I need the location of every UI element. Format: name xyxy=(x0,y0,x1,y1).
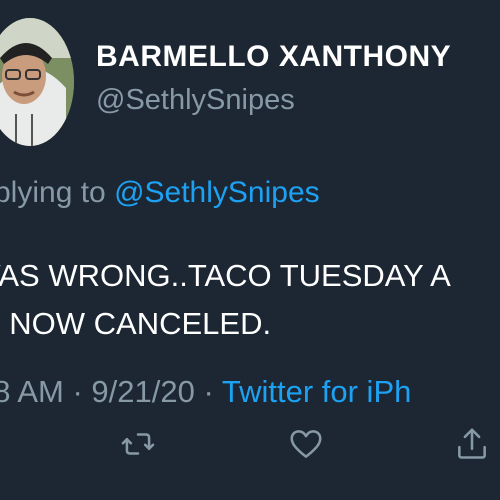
tweet-text-line: E NOW CANCELED. xyxy=(0,306,272,341)
tweet-meta: 28 AM · 9/21/20 · Twitter for iPh xyxy=(0,374,411,410)
reply-mention-link[interactable]: @SethlySnipes xyxy=(114,176,320,209)
heart-icon xyxy=(290,430,322,458)
avatar[interactable] xyxy=(0,18,74,146)
replying-to: plying to @SethlySnipes xyxy=(0,176,320,210)
like-button[interactable] xyxy=(282,420,330,468)
tweet-source-link[interactable]: Twitter for iPh xyxy=(222,374,412,409)
share-icon xyxy=(458,428,486,459)
avatar-photo xyxy=(0,18,74,146)
user-handle[interactable]: @SethlySnipes xyxy=(96,84,295,117)
tweet-card: BARMELLO XANTHONY @SethlySnipes plying t… xyxy=(0,0,500,500)
retweet-icon xyxy=(121,433,155,455)
tweet-timestamp[interactable]: 28 AM · 9/21/20 · xyxy=(0,374,222,409)
retweet-button[interactable] xyxy=(114,420,162,468)
display-name[interactable]: BARMELLO XANTHONY xyxy=(96,40,451,74)
replying-to-label: plying to xyxy=(0,176,115,209)
tweet-text-line: VAS WRONG..TACO TUESDAY A xyxy=(0,258,451,293)
share-button[interactable] xyxy=(448,420,496,468)
action-bar xyxy=(0,420,500,500)
tweet-text: VAS WRONG..TACO TUESDAY A E NOW CANCELED… xyxy=(0,252,500,348)
